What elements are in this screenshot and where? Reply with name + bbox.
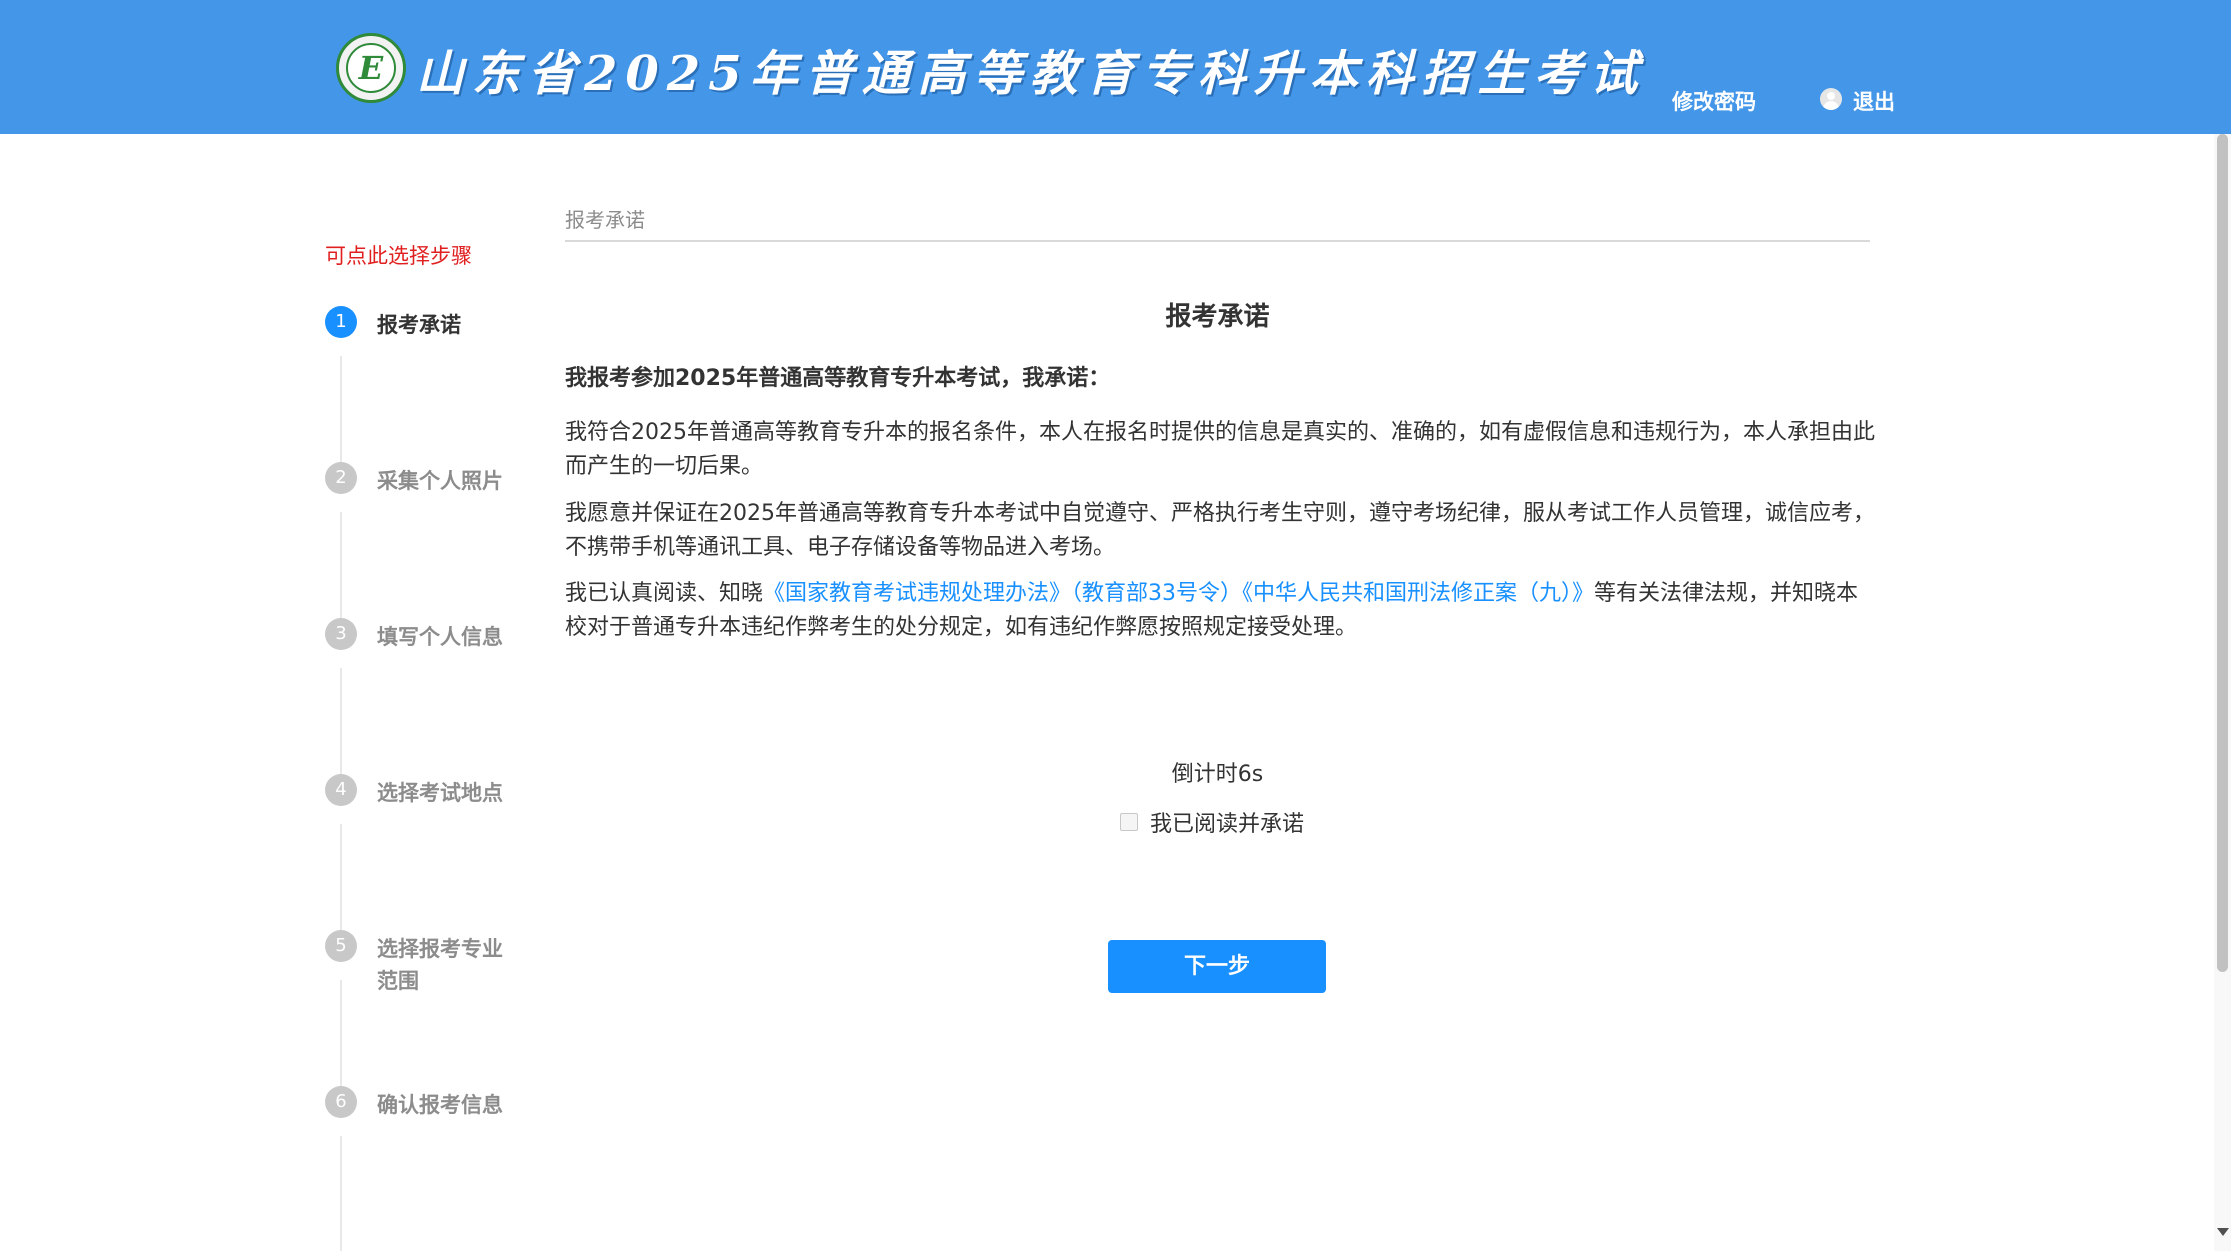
step-connector <box>340 512 342 622</box>
step-label: 报考承诺 <box>377 313 461 337</box>
step-label: 确认报考信息 <box>377 1093 503 1117</box>
logo-letter: E <box>346 43 396 93</box>
page-title: 报考承诺 <box>1165 302 1270 332</box>
user-icon <box>1820 88 1842 110</box>
step-number: 1 <box>325 306 357 338</box>
paragraph-3-prefix: 我已认真阅读、知晓 <box>565 581 764 606</box>
regulation-link[interactable]: 《国家教育考试违规处理办法》（教育部33号令） <box>763 581 1242 606</box>
next-step-button[interactable]: 下一步 <box>1108 940 1326 993</box>
step-connector <box>340 668 342 778</box>
scroll-down-arrow-icon[interactable] <box>2217 1228 2229 1236</box>
agree-checkbox[interactable] <box>1120 813 1138 831</box>
header-bar: E 山东省2025年普通高等教育专科升本科招生考试 修改密码 退出 <box>0 0 2231 134</box>
steps-hint: 可点此选择步骤 <box>325 244 472 268</box>
countdown-timer: 倒计时6s <box>1171 762 1264 787</box>
site-title: 山东省2025年普通高等教育专科升本科招生考试 <box>416 46 1646 102</box>
breadcrumb-divider <box>565 240 1870 242</box>
step-label: 选择考试地点 <box>377 781 503 805</box>
commitment-paragraph-3: 我已认真阅读、知晓《国家教育考试违规处理办法》（教育部33号令）《中华人民共和国… <box>565 577 1875 645</box>
commitment-paragraph-1: 我符合2025年普通高等教育专升本的报名条件，本人在报名时提供的信息是真实的、准… <box>565 420 1875 479</box>
step-number: 5 <box>325 930 357 962</box>
scrollbar-thumb[interactable] <box>2217 134 2228 972</box>
step-number: 6 <box>325 1086 357 1118</box>
logo: E <box>336 33 406 103</box>
step-connector <box>340 356 342 466</box>
step-label: 采集个人照片 <box>377 469 503 493</box>
step-connector <box>340 980 342 1090</box>
breadcrumb: 报考承诺 <box>565 208 645 232</box>
step-connector <box>340 824 342 934</box>
vertical-scrollbar[interactable] <box>2214 134 2231 1251</box>
agree-checkbox-row[interactable]: 我已阅读并承诺 <box>1120 806 1304 838</box>
change-password-link[interactable]: 修改密码 <box>1672 86 1756 116</box>
step-label: 选择报考专业范围 <box>377 937 503 993</box>
step-number: 2 <box>325 462 357 494</box>
step-connector <box>340 1136 342 1251</box>
agree-label: 我已阅读并承诺 <box>1150 812 1305 837</box>
step-number: 3 <box>325 618 357 650</box>
criminal-law-link[interactable]: 《中华人民共和国刑法修正案（九）》 <box>1242 581 1594 606</box>
logout-link[interactable]: 退出 <box>1853 86 1895 116</box>
commitment-lead: 我报考参加2025年普通高等教育专升本考试，我承诺： <box>565 366 1111 391</box>
step-label: 填写个人信息 <box>377 625 503 649</box>
step-number: 4 <box>325 774 357 806</box>
commitment-paragraph-2: 我愿意并保证在2025年普通高等教育专升本考试中自觉遵守、严格执行考生守则，遵守… <box>565 501 1875 560</box>
